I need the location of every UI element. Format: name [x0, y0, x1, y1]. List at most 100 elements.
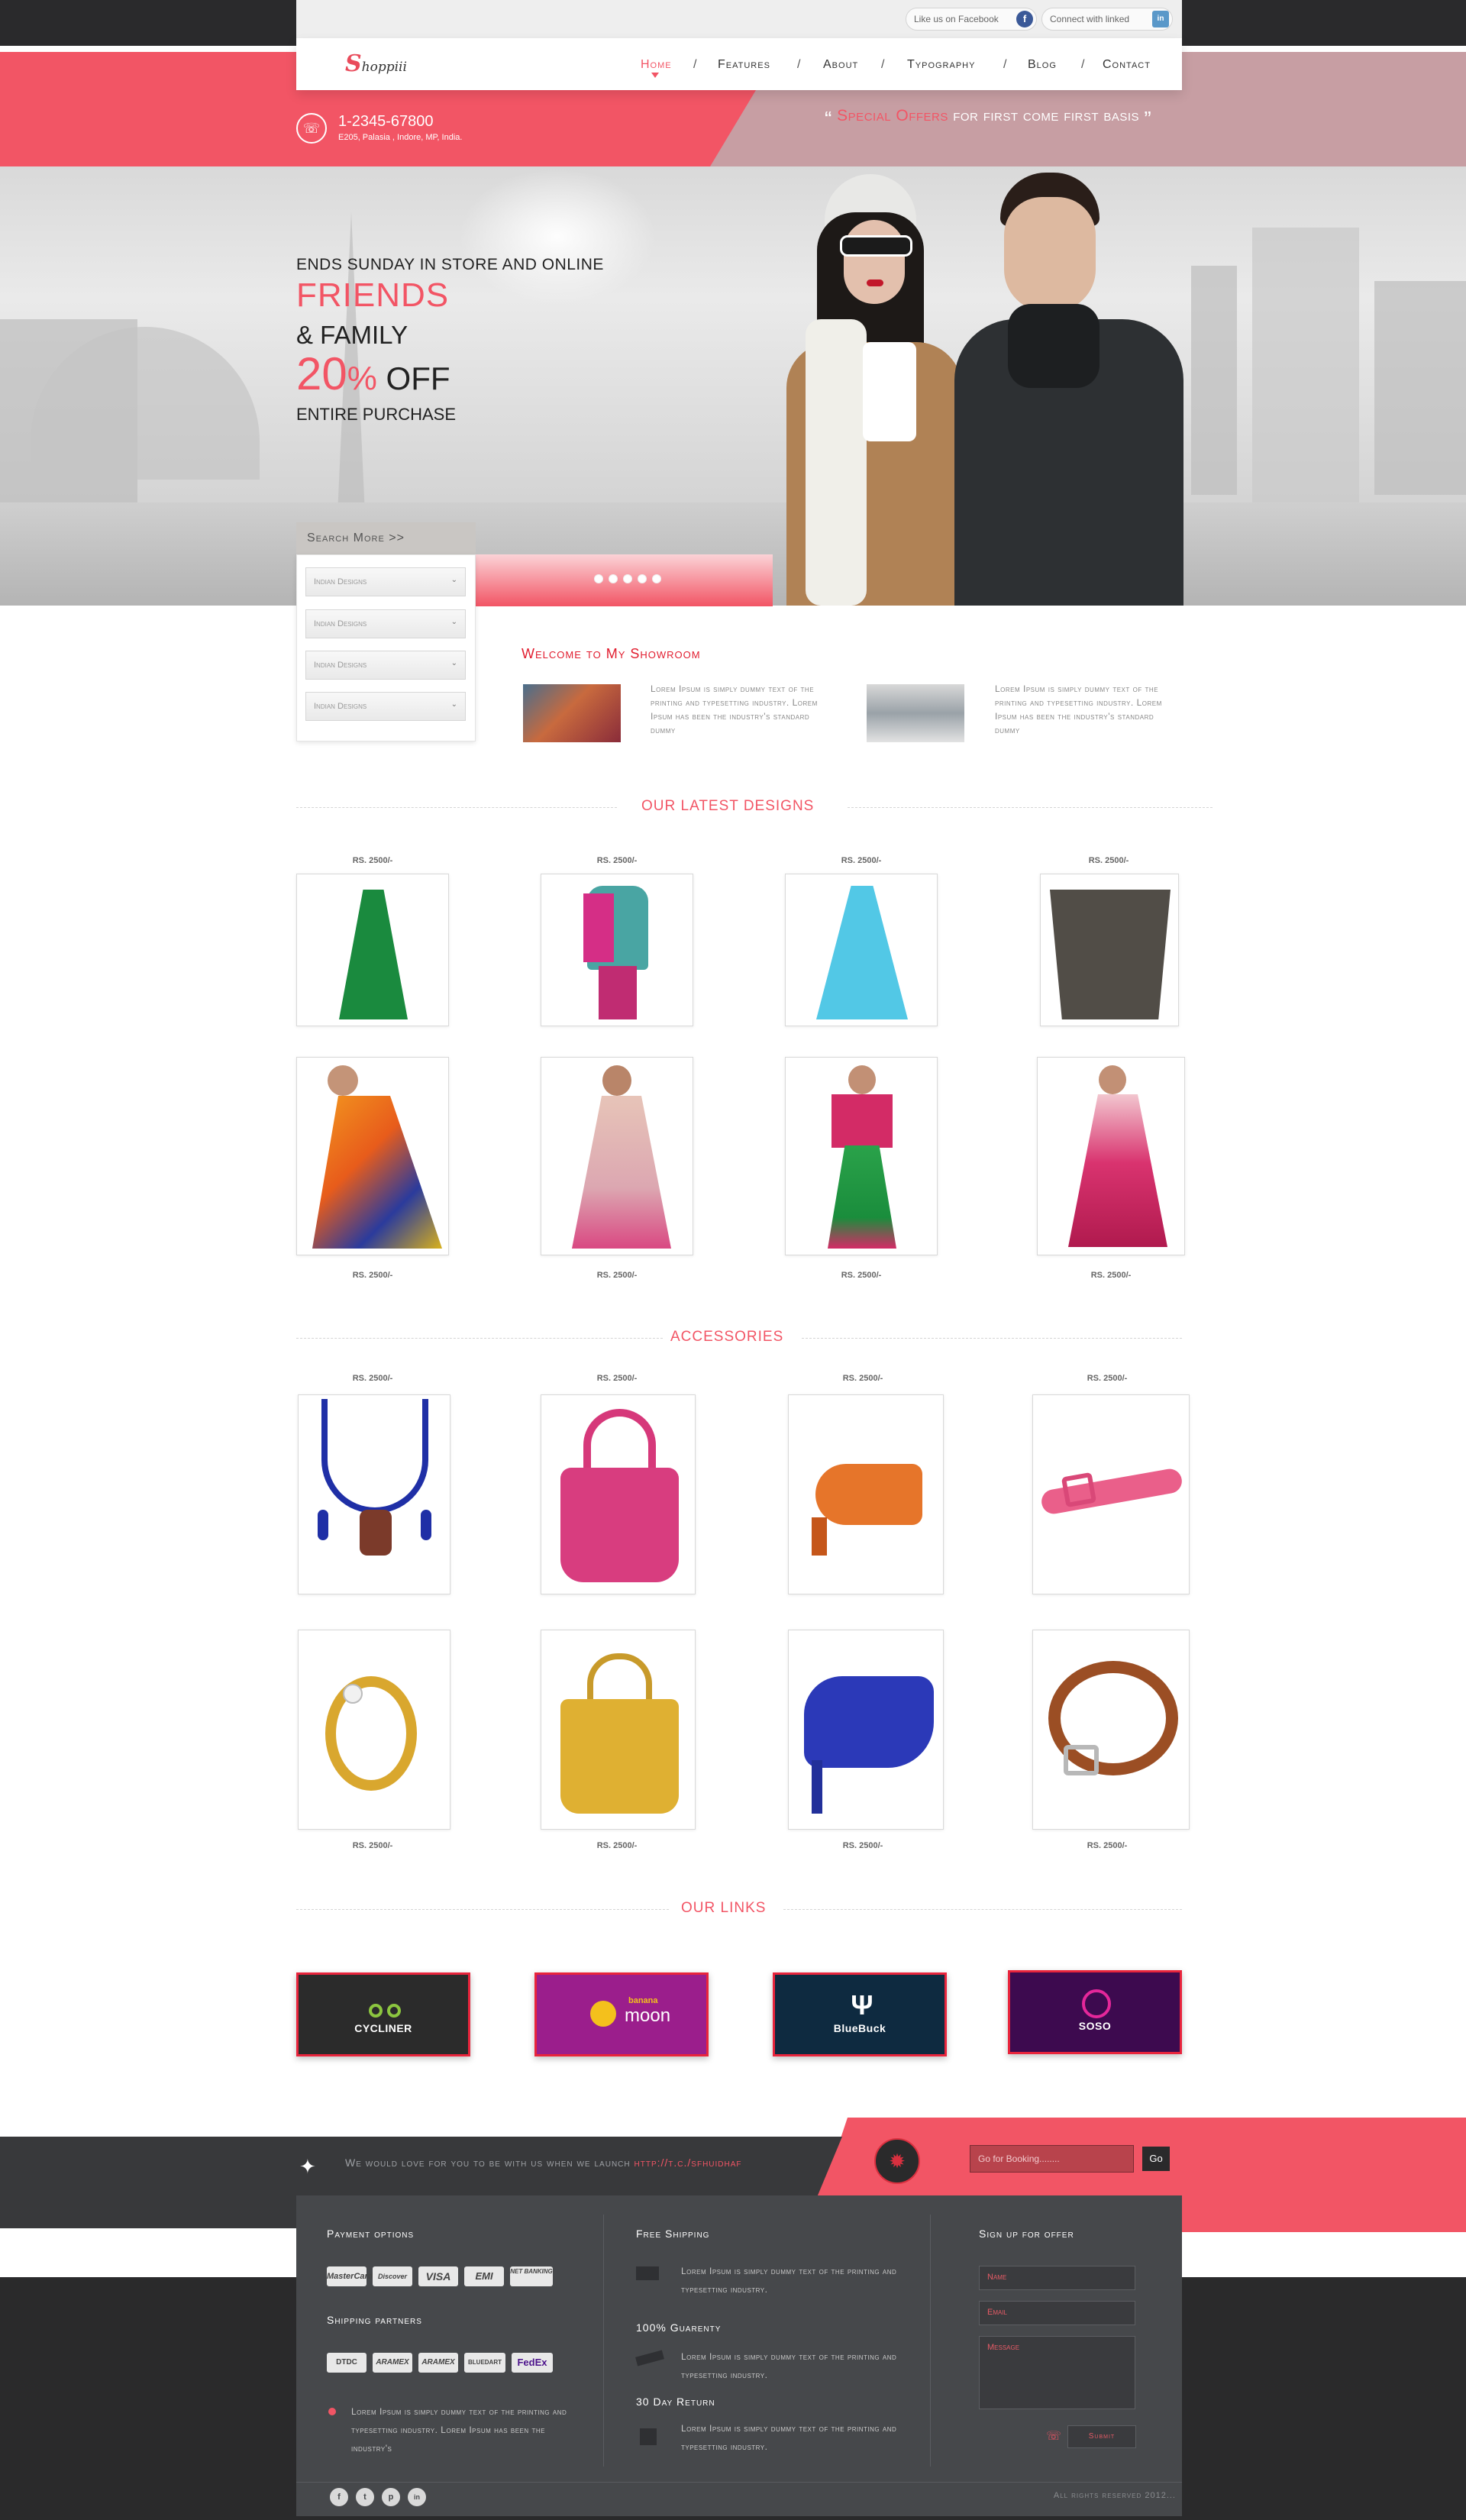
- section-divider: [848, 807, 1213, 808]
- search-more-button[interactable]: Search More >>: [296, 522, 476, 554]
- design-select[interactable]: Indian Designs ⌄: [305, 692, 466, 721]
- twitter-icon[interactable]: ✦: [299, 2155, 316, 2179]
- mastercard-icon: MasterCard: [327, 2266, 373, 2286]
- linkedin-connect-button[interactable]: Connect with linked in: [1041, 8, 1173, 31]
- scarf: [806, 319, 867, 606]
- nav-contact[interactable]: Contact: [1103, 58, 1151, 72]
- partner-name: BlueBuck: [833, 2022, 886, 2034]
- email-field[interactable]: Email: [979, 2301, 1135, 2325]
- section-divider: [783, 1909, 1182, 1910]
- product-card-orange-heel[interactable]: [788, 1394, 944, 1594]
- chevron-down-icon: ⌄: [450, 576, 457, 584]
- product-card-pink-belt[interactable]: [1032, 1394, 1190, 1594]
- free-shipping-title: Free Shipping: [636, 2228, 710, 2240]
- free-shipping-text: Lorem Ipsum is simply dummy text of the …: [681, 2266, 897, 2295]
- payment-lorem: Lorem Ipsum is simply dummy text of the …: [351, 2406, 567, 2454]
- nav-about[interactable]: About: [823, 58, 858, 72]
- welcome-text: Lorem Ipsum is simply dummy text of the …: [995, 683, 1162, 735]
- brand-logo[interactable]: Shoppiii: [345, 50, 407, 77]
- nav-features[interactable]: Features: [718, 58, 770, 72]
- product-card-green-kurta[interactable]: [296, 874, 449, 1026]
- submit-button[interactable]: Submit: [1067, 2425, 1136, 2448]
- slider-dot[interactable]: [623, 574, 632, 583]
- payment-title: Payment options: [327, 2228, 415, 2240]
- product-price: RS. 2500/-: [596, 1374, 638, 1383]
- message-field[interactable]: Message: [979, 2336, 1135, 2409]
- address: E205, Palasia , Indore, MP, India.: [338, 133, 463, 142]
- design-select[interactable]: Indian Designs ⌄: [305, 651, 466, 680]
- offer-rest: for first come first basis: [948, 107, 1140, 124]
- product-card-lehenga-magenta[interactable]: [1037, 1057, 1185, 1255]
- fedex-icon: FedEx: [512, 2353, 553, 2373]
- booking-input[interactable]: Go for Booking........: [970, 2145, 1134, 2173]
- product-card-salwar[interactable]: [541, 874, 693, 1026]
- pinterest-icon[interactable]: p: [382, 2488, 400, 2506]
- nav-blog[interactable]: Blog: [1028, 58, 1057, 72]
- facebook-like-button[interactable]: Like us on Facebook f: [906, 8, 1037, 31]
- product-card-grey-top[interactable]: [1040, 874, 1179, 1026]
- offer-highlight: Special Offers: [837, 107, 948, 124]
- product-card-gold-ring[interactable]: [298, 1630, 450, 1830]
- partner-subname: banana: [628, 1996, 658, 2005]
- discount-percent: %: [347, 360, 377, 397]
- hero-sunburst: [458, 168, 657, 305]
- nav-separator: /: [797, 58, 801, 71]
- facebook-like-label: Like us on Facebook: [914, 14, 999, 24]
- box-icon: [640, 2428, 657, 2445]
- product-card-saree-orange[interactable]: [296, 1057, 449, 1255]
- hero-model-woman: [771, 166, 977, 606]
- guarantee-title: 100% Guarenty: [636, 2321, 722, 2334]
- nav-separator: /: [1081, 58, 1085, 71]
- partner-link-cycliner[interactable]: CYCLINER: [296, 1972, 470, 2056]
- showroom-photo[interactable]: [867, 684, 964, 742]
- facebook-icon[interactable]: f: [330, 2488, 348, 2506]
- shoe-shape: [804, 1676, 934, 1768]
- return-text: Lorem Ipsum is simply dummy text of the …: [681, 2423, 897, 2452]
- name-field[interactable]: Name: [979, 2266, 1135, 2290]
- product-price: RS. 2500/-: [1090, 1271, 1132, 1280]
- linkedin-icon[interactable]: in: [408, 2488, 426, 2506]
- design-select[interactable]: Indian Designs ⌄: [305, 609, 466, 638]
- showroom-photo[interactable]: [523, 684, 621, 742]
- our-links-title: OUR LINKS: [681, 1900, 767, 1917]
- lips: [867, 279, 883, 286]
- slider-dot[interactable]: [609, 574, 618, 583]
- product-card-blue-gown[interactable]: [785, 874, 938, 1026]
- phone-icon: ☏: [296, 113, 327, 144]
- tweet-link[interactable]: http://t.c./sfhuidhaf: [635, 2157, 742, 2169]
- product-card-lehenga-green[interactable]: [785, 1057, 938, 1255]
- partner-link-banana-moon[interactable]: banana moon: [534, 1972, 709, 2056]
- product-card-saree-pink[interactable]: [541, 1057, 693, 1255]
- twitter-icon[interactable]: t: [356, 2488, 374, 2506]
- heel-shape: [812, 1760, 822, 1814]
- tweet-text: We would love for you to be with us when…: [345, 2153, 788, 2172]
- partner-link-soso[interactable]: SOSO: [1008, 1970, 1182, 2054]
- chevron-down-icon: ⌄: [450, 700, 457, 709]
- product-card-braided-belt[interactable]: [1032, 1630, 1190, 1830]
- discover-icon: Discover: [373, 2266, 412, 2286]
- saree-shape: [312, 1096, 442, 1249]
- product-card-yellow-bag[interactable]: [541, 1630, 696, 1830]
- product-card-necklace[interactable]: [298, 1394, 450, 1594]
- copyright: All rights reserved 2012...: [1053, 2491, 1176, 2500]
- product-card-pink-handbag[interactable]: [541, 1394, 696, 1594]
- product-price: RS. 2500/-: [841, 856, 882, 865]
- nav-home[interactable]: Home: [641, 58, 672, 72]
- slider-dot[interactable]: [652, 574, 661, 583]
- product-card-blue-heel[interactable]: [788, 1630, 944, 1830]
- slider-dot[interactable]: [638, 574, 647, 583]
- footer-column-divider: [603, 2215, 604, 2467]
- earring-shape: [318, 1510, 328, 1540]
- welcome-text: Lorem Ipsum is simply dummy text of the …: [651, 683, 818, 735]
- logo-initial: S: [345, 50, 362, 77]
- net-banking-icon: NET BANKING: [510, 2266, 553, 2286]
- chevron-down-icon: ⌄: [450, 618, 457, 626]
- slider-dot[interactable]: [594, 574, 603, 583]
- partner-link-bluebuck[interactable]: Ψ BlueBuck: [773, 1972, 947, 2056]
- booking-go-button[interactable]: Go: [1142, 2147, 1170, 2171]
- design-select[interactable]: Indian Designs ⌄: [305, 567, 466, 596]
- pendant-shape: [360, 1510, 392, 1556]
- nav-typography[interactable]: Typography: [907, 58, 975, 72]
- design-select-value: Indian Designs: [314, 661, 367, 670]
- nav-separator: /: [693, 58, 697, 71]
